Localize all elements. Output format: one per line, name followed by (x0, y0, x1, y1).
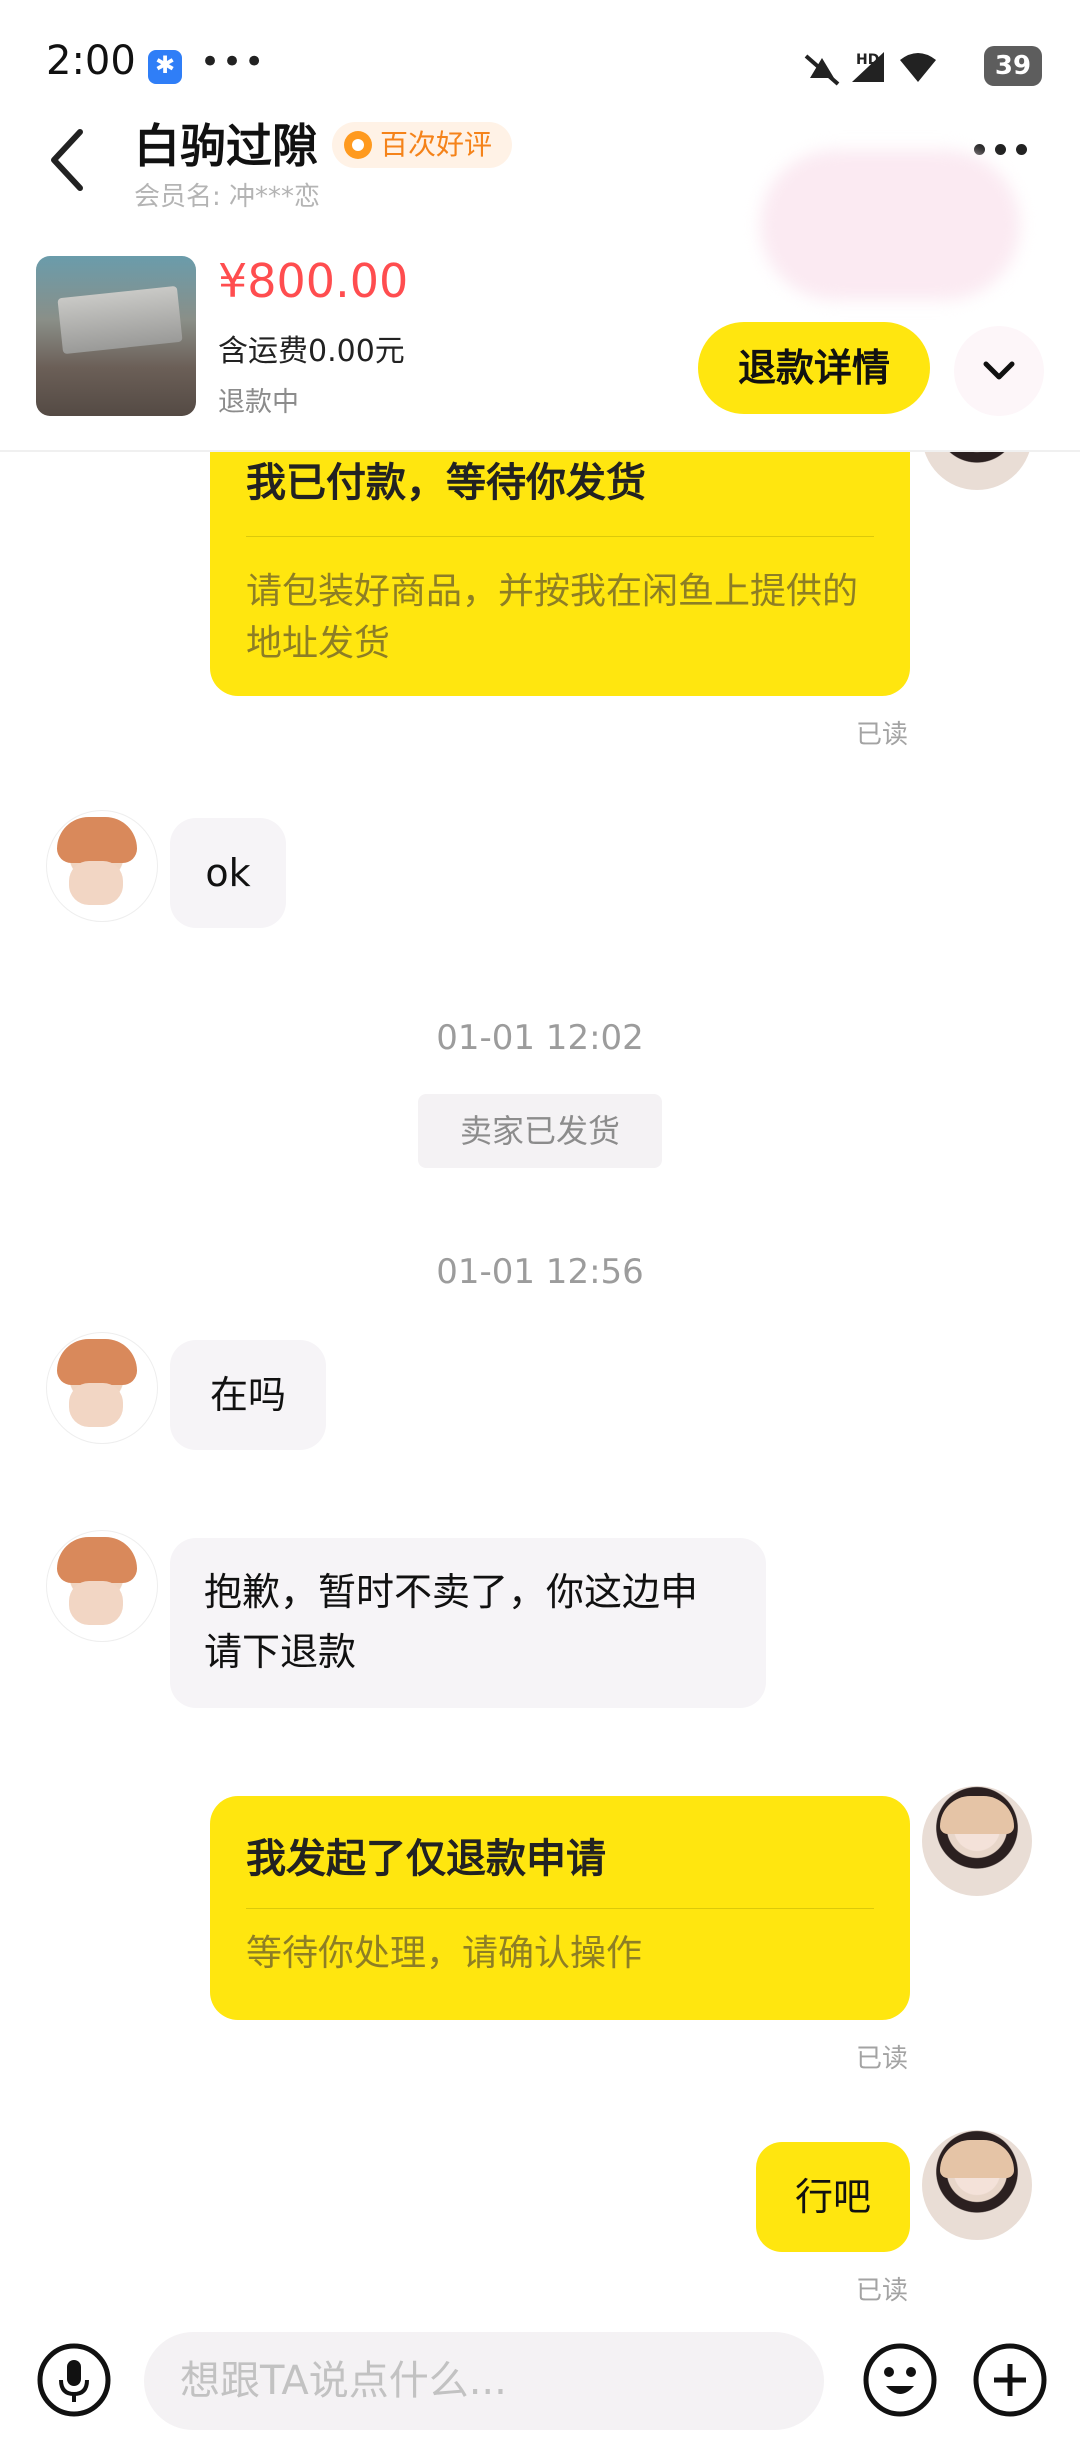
microphone-icon[interactable] (36, 2342, 112, 2418)
card-title: 我发起了仅退款申请 (246, 1836, 606, 1882)
badge-icon (344, 131, 372, 159)
timestamp: 01-01 12:02 (436, 1018, 644, 1058)
status-time: 2:00 (46, 38, 136, 84)
read-receipt: 已读 (856, 2276, 909, 2306)
card-title: 我已付款，等待你发货 (246, 460, 646, 506)
read-receipt: 已读 (856, 2044, 909, 2074)
seller-avatar[interactable] (46, 1332, 158, 1444)
card-divider (246, 1908, 874, 1909)
payment-status-card[interactable]: 我已付款，等待你发货 请包装好商品，并按我在闲鱼上提供的地址发货 (210, 452, 910, 696)
page-title: 白驹过隙 (134, 119, 318, 173)
read-receipt: 已读 (856, 720, 909, 750)
refund-status: 退款中 (218, 387, 299, 418)
member-name: 会员名: 冲***恋 (134, 182, 321, 212)
seller-avatar[interactable] (46, 810, 158, 922)
rating-badge-label: 百次好评 (380, 128, 493, 161)
card-body: 请包装好商品，并按我在闲鱼上提供的地址发货 (246, 571, 859, 664)
refund-request-card[interactable]: 我发起了仅退款申请 等待你处理，请确认操作 (210, 1796, 910, 2020)
more-dot-icon (974, 144, 985, 155)
refund-details-button[interactable]: 退款详情 (698, 322, 930, 414)
product-image-object (57, 285, 183, 355)
my-avatar[interactable] (922, 2130, 1032, 2240)
plus-icon[interactable] (972, 2342, 1048, 2418)
emoji-icon[interactable] (862, 2342, 938, 2418)
more-dot-icon (1016, 144, 1027, 155)
signal-wifi-icons: HD (804, 52, 936, 86)
message-input[interactable] (144, 2332, 824, 2430)
chat-area[interactable]: 我已付款，等待你发货 请包装好商品，并按我在闲鱼上提供的地址发货 已读 ok 0… (0, 452, 1080, 2312)
blurred-region (760, 150, 1020, 300)
timestamp: 01-01 12:56 (436, 1252, 644, 1292)
shipping-fee: 含运费0.00元 (218, 334, 405, 369)
more-notifications-icon: ••• (200, 42, 267, 82)
rating-badge: 百次好评 (332, 122, 513, 168)
battery-indicator: 39 (984, 46, 1042, 86)
my-avatar[interactable] (922, 1786, 1032, 1896)
message-bubble[interactable]: 行吧 (756, 2142, 910, 2252)
svg-text:HD: HD (856, 52, 879, 68)
message-bubble[interactable]: ok (170, 818, 286, 928)
seller-avatar[interactable] (46, 1530, 158, 1642)
more-dot-icon (995, 144, 1006, 155)
chevron-down-icon[interactable] (954, 326, 1044, 416)
system-notice: 卖家已发货 (418, 1094, 662, 1168)
app-notification-icon (148, 50, 182, 84)
message-bubble[interactable]: 在吗 (170, 1340, 326, 1450)
card-divider (246, 536, 874, 537)
message-bubble[interactable]: 抱歉，暂时不卖了，你这边申请下退款 (170, 1538, 766, 1708)
product-thumbnail[interactable] (36, 256, 196, 416)
product-price: ¥800.00 (218, 254, 409, 308)
my-avatar[interactable] (922, 452, 1032, 490)
back-arrow-icon[interactable] (38, 120, 98, 200)
card-body: 等待你处理，请确认操作 (246, 1933, 643, 1974)
